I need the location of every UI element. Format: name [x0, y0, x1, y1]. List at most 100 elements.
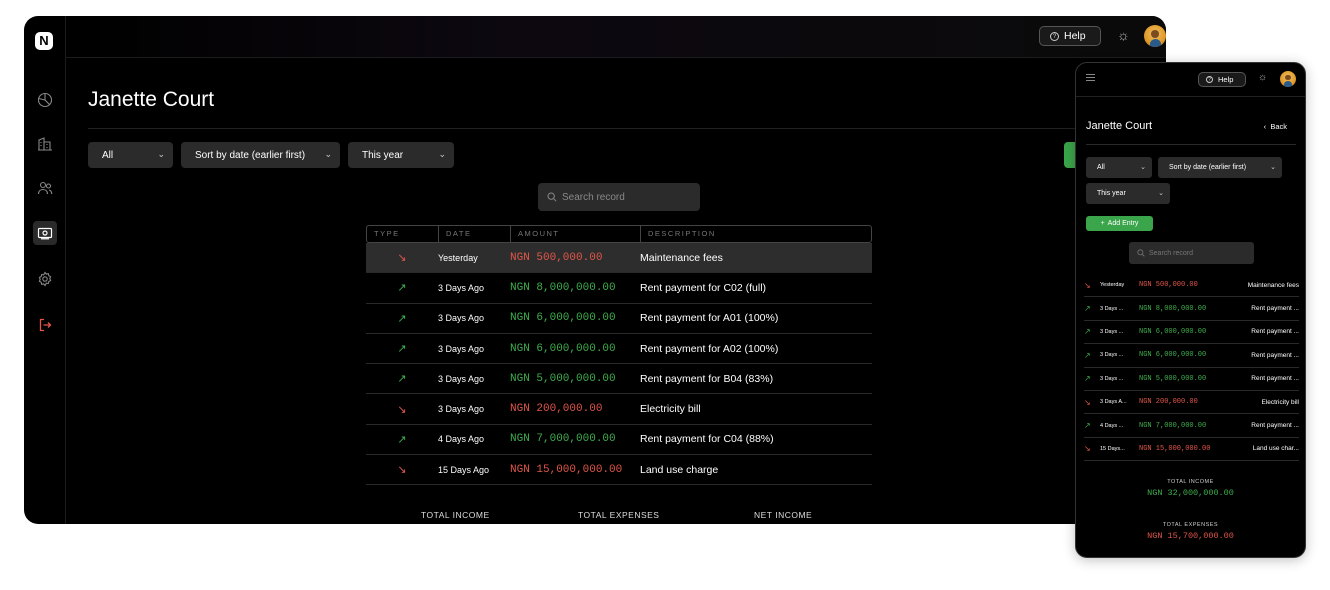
chevron-down-icon: ⌄ — [324, 149, 332, 159]
desktop-window: N ? Help ☼ Janette Court All ⌄ Sort by d… — [24, 16, 1166, 524]
mobile-page-title: Janette Court — [1086, 120, 1153, 132]
trend-up-icon: ↗ — [1084, 374, 1091, 384]
trend-up-icon: ↗ — [397, 282, 407, 295]
table-header: TYPE DATE AMOUNT DESCRIPTION — [366, 225, 872, 243]
users-icon[interactable] — [33, 176, 57, 200]
back-button[interactable]: ‹ Back — [1264, 122, 1287, 131]
row-amount: NGN 6,000,000.00 — [510, 312, 616, 325]
sort-value: Sort by date (earlier first) — [1169, 164, 1247, 171]
table-row[interactable]: ↘ Yesterday NGN 500,000.00 Maintenance fees — [366, 243, 872, 274]
trend-up-icon: ↗ — [1084, 350, 1091, 360]
chevron-down-icon: ⌄ — [1140, 164, 1146, 171]
mobile-top-bar: ? Help ☼ — [1076, 63, 1305, 97]
total-income-label: TOTAL INCOME — [421, 510, 490, 520]
header-description[interactable]: DESCRIPTION — [641, 226, 871, 242]
header-amount[interactable]: AMOUNT — [511, 226, 641, 242]
mobile-user-avatar[interactable] — [1280, 71, 1296, 87]
mobile-title-divider — [1086, 144, 1296, 145]
row-amount: NGN 5,000,000.00 — [1139, 374, 1207, 383]
total-expenses-label: TOTAL EXPENSES — [578, 510, 660, 520]
row-amount: NGN 500,000.00 — [1139, 281, 1198, 290]
help-label: Help — [1218, 75, 1234, 84]
back-label: Back — [1270, 122, 1287, 131]
row-date: 15 Days... — [1100, 445, 1125, 452]
row-description: Rent payment ... — [1251, 305, 1299, 313]
row-date: 3 Days Ago — [438, 313, 485, 324]
mobile-total-expenses: TOTAL EXPENSES NGN 15,700,000.00 — [1076, 522, 1305, 541]
app-logo[interactable]: N — [35, 32, 53, 50]
row-description: Electricity bill — [1261, 398, 1299, 406]
mobile-type-filter-dropdown[interactable]: All ⌄ — [1086, 157, 1152, 178]
chevron-down-icon: ⌄ — [1270, 164, 1276, 171]
row-amount: NGN 15,000,000.00 — [1139, 444, 1211, 453]
row-amount: NGN 6,000,000.00 — [510, 342, 616, 355]
trend-up-icon: ↗ — [397, 343, 407, 356]
mobile-search-input[interactable]: Search record — [1129, 242, 1254, 264]
mobile-records-list: ↘ Yesterday NGN 500,000.00 Maintenance fees… — [1084, 274, 1299, 462]
mobile-help-button[interactable]: ? Help — [1198, 72, 1246, 87]
list-item[interactable]: ↘ 15 Days... NGN 15,000,000.00 Land use cha… — [1084, 438, 1299, 462]
row-description: Rent payment ... — [1251, 375, 1299, 383]
row-date: 3 Days Ago — [438, 282, 485, 293]
settings-icon[interactable] — [33, 267, 57, 291]
row-date: 3 Days A... — [1100, 399, 1127, 406]
row-amount: NGN 7,000,000.00 — [510, 433, 616, 446]
building-icon[interactable] — [33, 132, 57, 156]
row-amount: NGN 6,000,000.00 — [1139, 327, 1207, 336]
list-item[interactable]: ↗ 4 Days ... NGN 7,000,000.00 Rent payment … — [1084, 414, 1299, 438]
list-item[interactable]: ↗ 3 Days ... NGN 8,000,000.00 Rent payment … — [1084, 297, 1299, 321]
search-icon — [547, 192, 557, 202]
theme-toggle-sun-icon[interactable]: ☼ — [1258, 72, 1267, 83]
list-item[interactable]: ↘ Yesterday NGN 500,000.00 Maintenance fees — [1084, 274, 1299, 298]
help-circle-icon: ? — [1050, 31, 1059, 41]
table-row[interactable]: ↘ 15 Days Ago NGN 15,000,000.00 Land use ch… — [366, 455, 872, 486]
page-title: Janette Court — [88, 88, 215, 111]
table-row[interactable]: ↗ 4 Days Ago NGN 7,000,000.00 Rent payment … — [366, 425, 872, 456]
sidebar: N — [24, 16, 66, 524]
total-expenses-value: NGN 15,700,000.00 — [1147, 531, 1234, 541]
table-row[interactable]: ↗ 3 Days Ago NGN 5,000,000.00 Rent payment … — [366, 364, 872, 395]
top-bar: ? Help ☼ — [66, 16, 1166, 58]
row-date: 3 Days ... — [1100, 375, 1124, 382]
user-avatar[interactable] — [1144, 25, 1166, 47]
header-type[interactable]: TYPE — [367, 226, 439, 242]
theme-toggle-sun-icon[interactable]: ☼ — [1117, 27, 1130, 43]
hamburger-menu-icon[interactable] — [1086, 74, 1095, 81]
row-amount: NGN 200,000.00 — [1139, 398, 1198, 407]
type-filter-dropdown[interactable]: All ⌄ — [88, 142, 173, 168]
logout-icon[interactable] — [33, 313, 57, 337]
list-item[interactable]: ↗ 3 Days ... NGN 6,000,000.00 Rent payment … — [1084, 344, 1299, 368]
money-icon[interactable] — [33, 221, 57, 245]
trend-up-icon: ↗ — [1084, 304, 1091, 314]
mobile-sort-dropdown[interactable]: Sort by date (earlier first) ⌄ — [1158, 157, 1282, 178]
help-button[interactable]: ? Help — [1039, 26, 1101, 46]
chevron-down-icon: ⌄ — [1158, 190, 1164, 197]
mobile-period-dropdown[interactable]: This year ⌄ — [1086, 183, 1170, 204]
trend-up-icon: ↗ — [1084, 327, 1091, 337]
sort-dropdown[interactable]: Sort by date (earlier first) ⌄ — [181, 142, 340, 168]
pie-chart-icon[interactable] — [33, 88, 57, 112]
total-expenses-label: TOTAL EXPENSES — [1162, 522, 1219, 528]
table-row[interactable]: ↗ 3 Days Ago NGN 6,000,000.00 Rent payment … — [366, 334, 872, 365]
row-date: 3 Days Ago — [438, 373, 485, 384]
table-row[interactable]: ↗ 3 Days Ago NGN 6,000,000.00 Rent payment … — [366, 304, 872, 334]
table-row[interactable]: ↗ 3 Days Ago NGN 8,000,000.00 Rent payment … — [366, 273, 872, 304]
table-row[interactable]: ↘ 3 Days Ago NGN 200,000.00 Electricity bil… — [366, 394, 872, 425]
search-input[interactable]: Search record — [538, 183, 700, 211]
mobile-add-entry-button[interactable]: + Add Entry — [1086, 216, 1153, 231]
row-date: 3 Days Ago — [438, 343, 485, 354]
period-dropdown[interactable]: This year ⌄ — [348, 142, 454, 168]
add-entry-label: Add Entry — [1107, 220, 1139, 227]
list-item[interactable]: ↗ 3 Days ... NGN 5,000,000.00 Rent payment … — [1084, 368, 1299, 391]
row-description: Rent payment for A02 (100%) — [640, 342, 779, 355]
total-income-value: NGN 32,000,000.00 — [1147, 488, 1234, 498]
row-amount: NGN 500,000.00 — [510, 251, 603, 264]
type-filter-value: All — [102, 149, 114, 161]
row-description: Rent payment for C04 (88%) — [640, 433, 774, 446]
header-date[interactable]: DATE — [439, 226, 511, 242]
list-item[interactable]: ↗ 3 Days ... NGN 6,000,000.00 Rent payment … — [1084, 321, 1299, 345]
trend-up-icon: ↗ — [397, 433, 407, 446]
list-item[interactable]: ↘ 3 Days A... NGN 200,000.00 Electricity bi… — [1084, 391, 1299, 415]
row-description: Rent payment for B04 (83%) — [640, 372, 774, 385]
table-body: ↘ Yesterday NGN 500,000.00 Maintenance fees… — [366, 243, 872, 486]
